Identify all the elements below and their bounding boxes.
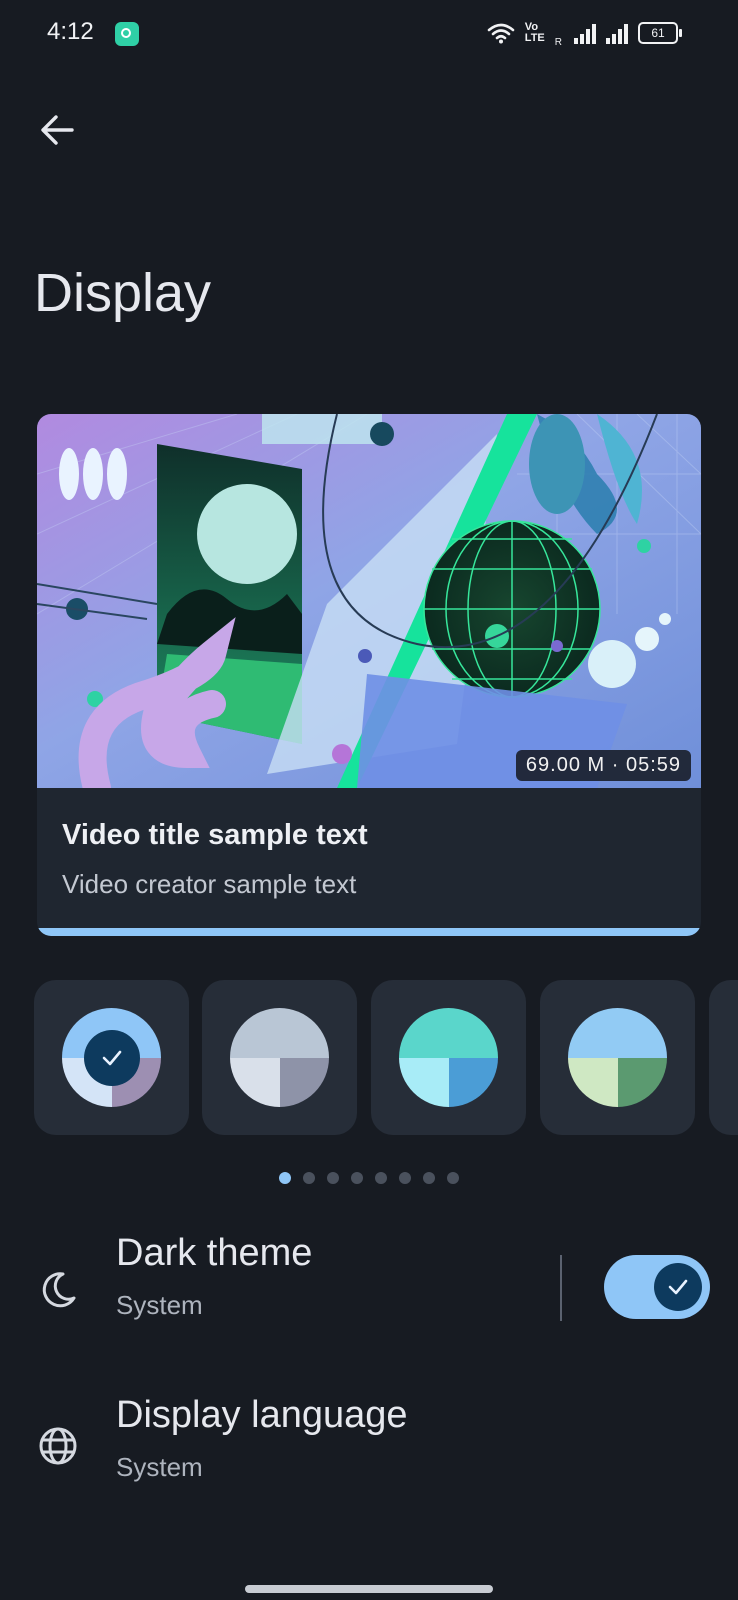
page-dot[interactable] xyxy=(303,1172,315,1184)
setting-divider xyxy=(560,1255,562,1321)
video-progress-bar xyxy=(37,928,701,936)
roaming-indicator: R xyxy=(554,37,562,48)
volte-icon: Vo LTE xyxy=(524,21,545,44)
display-language-label: Display language xyxy=(116,1394,408,1436)
signal-strength-icon-1 xyxy=(574,22,596,44)
carousel-page-indicator xyxy=(0,1172,738,1186)
status-bar: 4:12 Vo LTE R 61 xyxy=(0,0,738,66)
color-swatch-disc xyxy=(230,1008,329,1107)
display-language-value: System xyxy=(116,1452,203,1482)
video-preview-card: 69.00 M · 05:59 Video title sample text … xyxy=(37,414,701,936)
page-dot[interactable] xyxy=(327,1172,339,1184)
page-dot[interactable] xyxy=(351,1172,363,1184)
page-title: Display xyxy=(34,263,212,323)
color-swatch-disc xyxy=(568,1008,667,1107)
dark-theme-toggle[interactable] xyxy=(604,1255,710,1319)
wifi-icon xyxy=(487,23,515,44)
color-swatch-disc xyxy=(399,1008,498,1107)
arrow-back-icon xyxy=(41,115,74,145)
color-palette-carousel[interactable] xyxy=(34,980,738,1136)
page-dot[interactable] xyxy=(399,1172,411,1184)
color-swatch-4[interactable] xyxy=(540,980,695,1135)
color-swatch-1[interactable] xyxy=(34,980,189,1135)
video-duration-badge: 69.00 M · 05:59 xyxy=(515,750,691,781)
color-swatch-disc xyxy=(62,1008,161,1107)
status-icons: Vo LTE R 61 xyxy=(487,18,682,48)
battery-icon: 61 xyxy=(638,22,682,44)
status-time: 4:12 xyxy=(47,18,94,45)
page-dot[interactable] xyxy=(423,1172,435,1184)
signal-strength-icon-2 xyxy=(606,22,628,44)
video-creator: Video creator sample text xyxy=(62,869,357,899)
toggle-knob xyxy=(654,1263,702,1311)
dark-theme-value: System xyxy=(116,1290,203,1320)
notification-app-icon xyxy=(115,22,139,46)
dark-theme-label: Dark theme xyxy=(116,1232,313,1274)
home-indicator[interactable] xyxy=(245,1585,493,1593)
color-swatch-5[interactable] xyxy=(709,980,738,1135)
video-thumbnail xyxy=(37,414,701,788)
globe-icon xyxy=(39,1427,77,1465)
color-swatch-3[interactable] xyxy=(371,980,526,1135)
display-language-setting[interactable]: Display language System xyxy=(0,1382,738,1502)
color-swatch-2[interactable] xyxy=(202,980,357,1135)
page-dot[interactable] xyxy=(375,1172,387,1184)
video-title: Video title sample text xyxy=(62,819,368,851)
moon-icon xyxy=(42,1272,76,1308)
check-icon xyxy=(668,1279,688,1295)
page-dot[interactable] xyxy=(279,1172,291,1184)
check-icon xyxy=(83,1029,140,1086)
back-button[interactable] xyxy=(36,108,80,152)
page-dot[interactable] xyxy=(447,1172,459,1184)
